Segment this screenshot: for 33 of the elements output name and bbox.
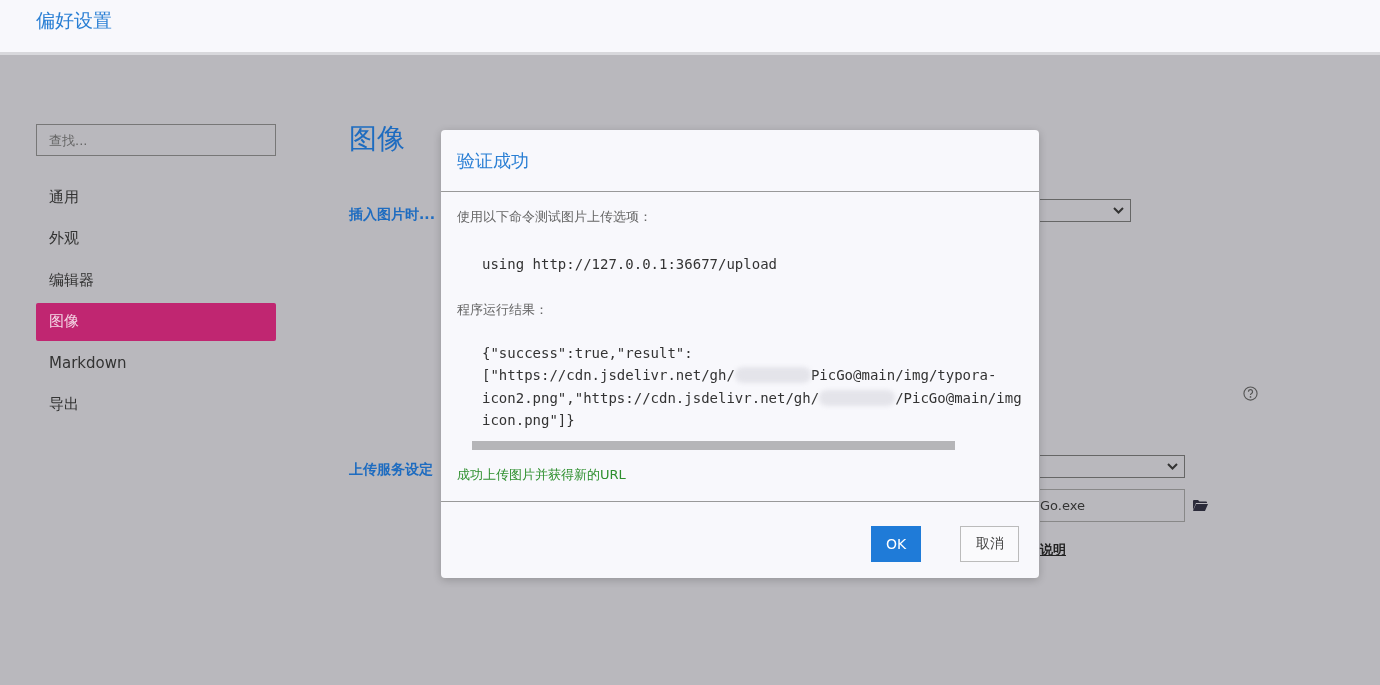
section-heading: 上传服务设定 <box>349 460 433 478</box>
sidebar-item[interactable]: 编辑器 <box>36 261 276 300</box>
section-heading: 插入图片时... <box>349 205 435 223</box>
result-text: icon2.png","https://cdn.jsdelivr.net/gh/ <box>481 388 820 408</box>
sidebar-item[interactable]: 通用 <box>36 178 276 216</box>
search-field[interactable]: 查找... <box>36 124 276 156</box>
result-text: {"success":true,"result": <box>481 343 693 363</box>
scrollbar[interactable] <box>472 440 955 450</box>
cancel-button[interactable]: 取消 <box>960 526 1019 562</box>
path-field[interactable]: Go.exe <box>1040 489 1185 522</box>
page-heading: 图像 <box>349 121 405 157</box>
command-text: using http://127.0.0.1:36677/upload <box>481 255 777 274</box>
folder-icon[interactable] <box>1193 499 1208 512</box>
result-text: /PicGo@main/img <box>895 388 1022 408</box>
caret-icon <box>1113 207 1124 214</box>
ok-button[interactable]: OK <box>871 526 921 562</box>
sidebar-item[interactable]: 外观 <box>36 219 276 258</box>
help-icon[interactable] <box>1243 386 1258 401</box>
status-message: 成功上传图片并获得新的URL <box>457 465 626 484</box>
instruction-text: 使用以下命令测试图片上传选项： <box>457 209 652 226</box>
sidebar-item[interactable]: Markdown <box>36 344 276 383</box>
window-title: 偏好设置 <box>36 8 112 32</box>
dialog-title: 验证成功 <box>457 148 529 173</box>
result-text: icon.png"]} <box>481 411 575 430</box>
dropdown[interactable] <box>1040 199 1131 222</box>
result-text: PicGo@main/img/typora- <box>810 366 997 385</box>
help-link[interactable]: 说明 <box>1040 541 1066 559</box>
caret-icon <box>1167 463 1178 470</box>
sidebar-item[interactable]: 图像 <box>36 302 276 341</box>
result-label: 程序运行结果： <box>457 301 548 319</box>
dropdown[interactable] <box>1040 455 1185 478</box>
sidebar-item[interactable]: 导出 <box>36 385 276 424</box>
result-text: ["https://cdn.jsdelivr.net/gh/ <box>481 366 735 385</box>
